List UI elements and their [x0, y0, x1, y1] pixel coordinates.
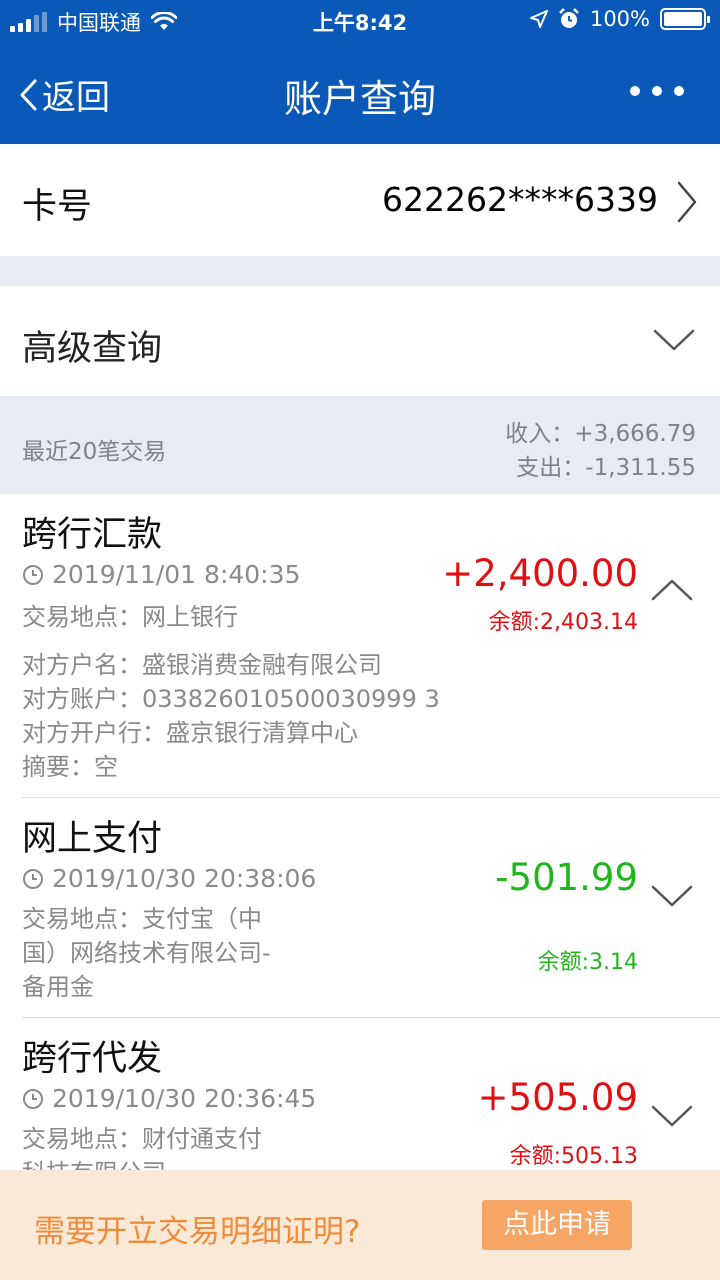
- transaction-type: 网上支付: [22, 819, 163, 859]
- chevron-down-icon[interactable]: [650, 1104, 694, 1128]
- alarm-icon: [559, 8, 579, 28]
- more-dot-icon: [630, 86, 640, 96]
- transaction-location-line: 交易地点：财付通支付: [22, 1125, 262, 1153]
- transaction-time: 2019/11/01 8:40:35: [22, 560, 300, 589]
- card-number-row[interactable]: 卡号 622262****6339: [0, 144, 720, 256]
- counterparty-account: 对方账户：033826010500030999 3: [22, 685, 440, 713]
- transaction-memo: 摘要：空: [22, 753, 118, 781]
- location-icon: [529, 10, 548, 28]
- battery-icon: [660, 8, 710, 30]
- transaction-item[interactable]: 跨行代发 2019/10/30 20:36:45 交易地点：财付通支付 科技有限…: [0, 1018, 720, 1170]
- card-number: 622262****6339: [382, 180, 658, 219]
- card-label: 卡号: [22, 187, 93, 227]
- transaction-list: 跨行汇款 2019/11/01 8:40:35 交易地点：网上银行 +2,400…: [0, 494, 720, 1170]
- summary-income: 收入：+3,666.79: [505, 421, 696, 447]
- chevron-down-icon[interactable]: [650, 884, 694, 908]
- transaction-location-line: 国）网络技术有限公司-: [22, 939, 271, 967]
- advanced-query-label: 高级查询: [22, 329, 163, 369]
- clock-icon: [23, 868, 43, 889]
- counterparty-bank: 对方开户行：盛京银行清算中心: [22, 719, 358, 747]
- more-options-button[interactable]: [630, 86, 684, 96]
- transaction-balance: 余额:3.14: [537, 950, 638, 975]
- certificate-banner: 需要开立交易明细证明? 点此申请: [0, 1170, 720, 1280]
- transaction-type: 跨行汇款: [22, 515, 163, 555]
- advanced-query-row[interactable]: 高级查询: [0, 286, 720, 396]
- nav-bar: 返回 账户查询: [0, 40, 720, 144]
- chevron-right-icon: [677, 181, 697, 223]
- back-label: 返回: [42, 78, 110, 118]
- transaction-time: 2019/10/30 20:36:45: [22, 1084, 316, 1113]
- status-bar: 中国联通 上午8:42 100%: [0, 0, 720, 40]
- certificate-prompt: 需要开立交易明细证明?: [34, 1214, 361, 1250]
- chevron-left-icon: [20, 79, 37, 110]
- summary-expense: 支出：-1,311.55: [516, 455, 696, 481]
- transaction-amount: +2,400.00: [442, 552, 638, 595]
- summary-label: 最近20笔交易: [22, 439, 167, 465]
- clock-icon: [23, 1088, 43, 1109]
- transaction-amount: +505.09: [477, 1076, 638, 1119]
- transaction-item[interactable]: 网上支付 2019/10/30 20:38:06 交易地点：支付宝（中 国）网络…: [0, 798, 720, 1018]
- transaction-time: 2019/10/30 20:38:06: [22, 864, 316, 893]
- battery-percent: 100%: [589, 7, 650, 31]
- transaction-balance: 余额:2,403.14: [488, 610, 638, 635]
- apply-certificate-button[interactable]: 点此申请: [482, 1200, 632, 1250]
- chevron-down-icon: [653, 329, 695, 351]
- transaction-balance: 余额:505.13: [509, 1144, 638, 1169]
- chevron-up-icon[interactable]: [650, 578, 694, 602]
- more-dot-icon: [674, 86, 684, 96]
- transactions-summary: 最近20笔交易 收入：+3,666.79 支出：-1,311.55: [0, 396, 720, 494]
- counterparty-name: 对方户名：盛银消费金融有限公司: [22, 651, 382, 679]
- transaction-location-line: 备用金: [22, 973, 94, 1001]
- transaction-location-line: 科技有限公司: [22, 1156, 166, 1170]
- transaction-time-text: 2019/11/01 8:40:35: [52, 560, 301, 589]
- transaction-location-line: 交易地点：支付宝（中: [22, 905, 262, 933]
- transaction-type: 跨行代发: [22, 1039, 163, 1079]
- more-dot-icon: [652, 86, 662, 96]
- transaction-item[interactable]: 跨行汇款 2019/11/01 8:40:35 交易地点：网上银行 +2,400…: [0, 494, 720, 798]
- clock-icon: [23, 564, 43, 585]
- transaction-time-text: 2019/10/30 20:38:06: [52, 864, 317, 893]
- back-button[interactable]: 返回: [18, 70, 110, 119]
- transaction-amount: -501.99: [495, 856, 638, 899]
- transaction-time-text: 2019/10/30 20:36:45: [52, 1084, 317, 1113]
- transaction-location: 交易地点：网上银行: [22, 603, 238, 631]
